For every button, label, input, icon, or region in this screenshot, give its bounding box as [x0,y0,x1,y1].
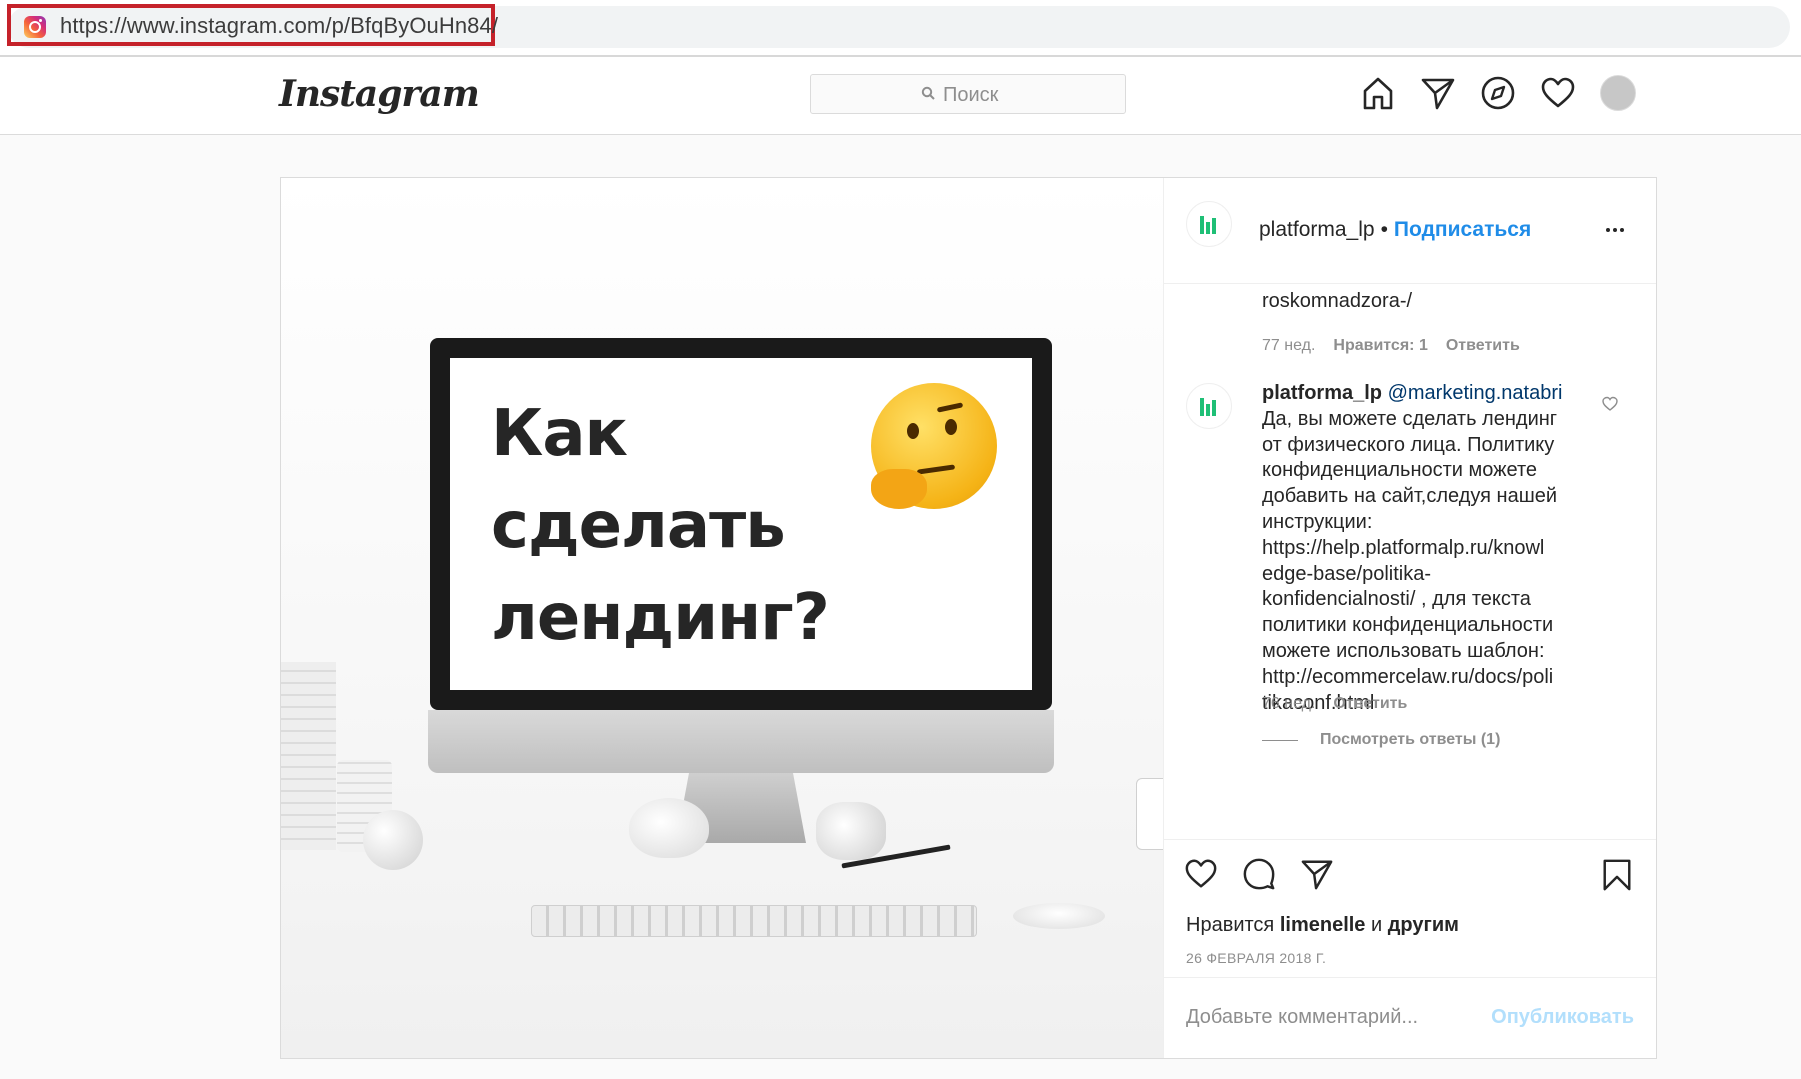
explore-icon[interactable] [1480,75,1516,111]
post-date[interactable]: 26 ФЕВРАЛЯ 2018 Г. [1186,950,1326,966]
reply-button[interactable]: Ответить [1333,695,1407,713]
like-heart-icon[interactable] [1184,857,1218,896]
likes-prefix: Нравится [1186,914,1275,936]
share-icon[interactable] [1300,857,1334,896]
platforma-logo-icon [1200,216,1216,234]
author-avatar[interactable] [1186,201,1232,247]
reply-button[interactable]: Ответить [1446,337,1520,355]
mouse [1013,903,1105,929]
post-header: platforma_lp • Подписаться [1164,178,1656,284]
likes-conj: и [1371,914,1383,936]
search-placeholder: Поиск [943,84,999,106]
author-line: platforma_lp • Подписаться [1259,218,1531,242]
post-image[interactable]: Как сделать лендинг? [281,178,1164,1058]
publish-button[interactable]: Опубликовать [1491,1006,1634,1029]
add-comment-input[interactable]: Добавьте комментарий... [1186,1006,1418,1029]
author-username[interactable]: platforma_lp [1259,218,1375,242]
browser-address-bar: https://www.instagram.com/p/BfqByOuHn84/ [0,0,1801,57]
comment-like-heart-icon[interactable] [1602,396,1618,417]
comment-body: platforma_lp @marketing.natabri Да, вы м… [1262,381,1572,716]
post-actions: Нравится limenelle и другим 26 ФЕВРАЛЯ 2… [1164,839,1656,980]
comment-username[interactable]: platforma_lp [1262,382,1382,404]
comment-text-tail: roskomnadzora-/ [1262,290,1413,312]
thinking-face-icon [871,383,997,509]
keyboard [531,905,977,937]
more-options-icon[interactable] [1606,228,1624,232]
comment-time[interactable]: 76 нед. [1262,695,1315,713]
search-icon [921,86,935,105]
view-replies-button[interactable]: Посмотреть ответы (1) [1262,731,1500,749]
direct-message-icon[interactable] [1420,75,1456,111]
instagram-logo[interactable]: Instagram [279,73,480,115]
comment-likes[interactable]: Нравится: 1 [1333,337,1427,355]
nav-icons [1360,75,1636,111]
platforma-logo-icon [1200,398,1216,416]
post-sidebar: platforma_lp • Подписаться roskomnadzora… [1164,178,1656,1058]
bookmark-icon[interactable] [1600,858,1634,897]
post-card: Как сделать лендинг? platforma_lp • Подп… [280,177,1657,1059]
follow-button[interactable]: Подписаться [1394,218,1531,242]
comment-avatar[interactable] [1186,383,1232,429]
instagram-favicon-icon [24,16,46,38]
crumpled-paper [816,802,886,860]
separator-dot: • [1380,218,1388,241]
likes-user[interactable]: limenelle [1280,914,1366,936]
view-replies-label: Посмотреть ответы (1) [1320,731,1501,748]
comment-text: Да, вы можете сделать лендинг от физичес… [1262,407,1558,714]
comment-mention[interactable]: @marketing.natabri [1388,382,1563,404]
replies-divider [1262,739,1298,741]
comment-meta: 77 нед. Нравится: 1 Ответить [1262,337,1520,355]
cup-decor [1136,778,1163,850]
home-icon[interactable] [1360,75,1396,111]
profile-avatar[interactable] [1600,75,1636,111]
instagram-header: Instagram Поиск [0,57,1801,135]
search-input[interactable]: Поиск [810,74,1126,114]
imac-chin [428,710,1054,773]
image-headline: Как сделать лендинг? [491,397,830,655]
ball-decor [363,810,423,870]
likes-others[interactable]: другим [1388,914,1459,936]
add-comment-bar: Добавьте комментарий... Опубликовать [1164,977,1656,1059]
activity-heart-icon[interactable] [1540,75,1576,111]
vase-decor [281,662,336,850]
url-text[interactable]: https://www.instagram.com/p/BfqByOuHn84/ [60,13,498,39]
likes-line[interactable]: Нравится limenelle и другим [1186,914,1459,937]
bird-figurine [629,798,709,858]
comment-meta: 76 нед. Ответить [1262,695,1407,713]
comment-time[interactable]: 77 нед. [1262,337,1315,355]
comment-bubble-icon[interactable] [1242,857,1276,896]
